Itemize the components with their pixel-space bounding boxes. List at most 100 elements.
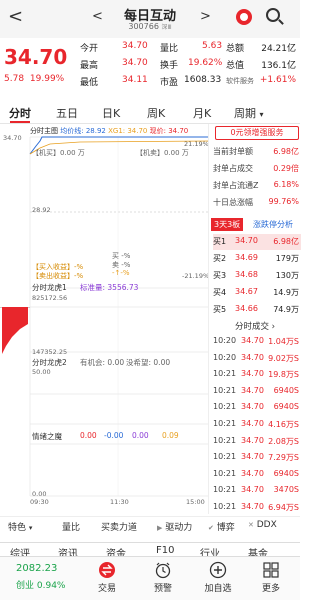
section-tabs: 综评 资讯 资金 F10 行业 基金	[0, 542, 300, 560]
plus-circle-icon	[209, 561, 227, 579]
trade-price: 34.70	[241, 485, 264, 495]
watch-icon[interactable]	[236, 9, 252, 25]
close-icon: ✕	[248, 521, 254, 529]
trade-time: 10:21	[213, 402, 237, 412]
mood-b: -0.00	[104, 431, 124, 440]
trade-volume: 6940S	[273, 468, 299, 478]
chevron-right-icon: ›	[271, 322, 276, 332]
axis-50: 50.00	[32, 368, 51, 376]
ob-label: 买2	[213, 254, 227, 263]
indicator-label: 特色	[8, 523, 27, 533]
check-icon: ✔	[208, 524, 214, 532]
index-value[interactable]: 2082.23	[16, 563, 57, 574]
trade-row: 10:20 34.70 9.02万S	[211, 351, 301, 366]
trade-row: 10:21 34.70 6940S	[211, 400, 301, 415]
chart-canvas	[0, 136, 208, 497]
stat-label: 十日总涨幅	[213, 198, 253, 207]
lh2-label[interactable]: 分时龙虎2	[32, 357, 67, 368]
indicator-buy-sell-force[interactable]: 买卖力道	[101, 520, 137, 533]
orderbook-row: 买5 34.66 74.9万	[213, 302, 301, 318]
indicator-driver[interactable]: ▶ 驱动力	[157, 520, 192, 533]
stock-code-line: 300766 深Ⅲ	[0, 22, 300, 31]
tab-period[interactable]: 周期 ▾	[234, 105, 264, 121]
right-panel: 0元领增强服务 当前封单额 6.98亿 封单占成交 0.29倍 封单占流通Z 6…	[208, 124, 301, 514]
quote-value: 34.11	[122, 75, 148, 85]
ob-label: 买5	[213, 305, 227, 314]
ob-price: 34.67	[235, 287, 258, 296]
orderbook-row: 买2 34.69 179万	[213, 251, 301, 267]
next-stock-button[interactable]: >	[200, 9, 211, 24]
trade-time: 10:21	[213, 419, 237, 428]
index-info: 创业 0.94%	[16, 578, 65, 591]
promo-button[interactable]: 0元领增强服务	[215, 126, 299, 140]
trade-price: 34.70	[241, 336, 264, 345]
mid-flag: -↑-%	[112, 269, 130, 277]
index-name: 创业	[16, 581, 35, 591]
mood-label[interactable]: 情绪之魔	[32, 431, 62, 442]
vol-top-value: 825172.56	[32, 294, 68, 302]
tab-three-day-board[interactable]: 3天3板	[211, 218, 244, 231]
quote-label: 换手	[160, 61, 179, 71]
grid-icon	[262, 561, 280, 579]
trade-row: 10:21 34.70 7.29万S	[211, 450, 301, 465]
time-mid: 11:30	[110, 498, 129, 506]
trade-volume: 9.02万S	[268, 353, 299, 363]
orderbook-row: 买4 34.67 14.9万	[213, 285, 301, 301]
main-chart-label[interactable]: 分时主图	[30, 127, 58, 135]
lock-icon: ▶	[157, 524, 163, 532]
indicator-game[interactable]: ✔ 博弈	[208, 520, 235, 533]
indicator-tabs: 特色 ▾ 量比 买卖力道 ▶ 驱动力 ✔ 博弈 ✕ DDX	[0, 516, 300, 534]
tab-weekly-k[interactable]: 周K	[147, 105, 165, 121]
trade-label: 交易	[97, 584, 116, 594]
indicator-label: DDX	[256, 520, 277, 530]
change-amount: 5.78	[4, 74, 25, 84]
ob-volume: 6.98亿	[273, 237, 299, 246]
tab-limit-analysis[interactable]: 涨跌停分析	[253, 219, 293, 230]
trade-row: 10:21 34.70 3470S	[211, 483, 301, 498]
tab-daily-k[interactable]: 日K	[102, 105, 120, 121]
volume-area	[2, 307, 28, 354]
indicator-volume-ratio[interactable]: 量比	[62, 520, 80, 533]
alert-button[interactable]: 预警	[138, 561, 188, 594]
quote-value: 24.21亿	[261, 44, 296, 54]
ob-price: 34.69	[235, 253, 258, 262]
ob-label: 买4	[213, 288, 227, 297]
trade-button[interactable]: 交易	[82, 561, 132, 594]
quote-row: 今开 34.70 量比 5.63 总额 24.21亿	[80, 41, 300, 57]
ob-label: 买1	[213, 237, 227, 246]
tab-five-day[interactable]: 五日	[56, 105, 78, 121]
std-vol-label: 标准量: 3556.73	[80, 283, 139, 292]
trade-volume: 7.29万S	[268, 453, 299, 463]
stat-row: 封单占流通Z 6.18%	[213, 180, 301, 194]
tab-intraday[interactable]: 分时	[9, 105, 31, 121]
sector-change: +1.61%	[259, 75, 296, 85]
more-button[interactable]: 更多	[246, 561, 296, 594]
tab-f10[interactable]: F10	[156, 545, 174, 556]
trade-row: 10:21 34.70 2.08万S	[211, 434, 301, 449]
current-price: 34.70	[4, 45, 68, 69]
search-icon[interactable]	[266, 8, 280, 22]
time-sales-title[interactable]: 分时成交 ›	[209, 320, 301, 332]
stat-label: 封单占流通Z	[213, 181, 259, 190]
sector-label[interactable]: 软件服务	[226, 76, 254, 86]
now-price-label: 现价: 34.70	[149, 127, 189, 135]
time-end: 15:00	[186, 498, 205, 506]
stat-value: 0.29倍	[273, 164, 299, 173]
axis-0: 0.00	[32, 490, 47, 498]
intraday-chart[interactable]: 分时主图 均价线: 28.92 XG1: 34.70 现价: 34.70 34.…	[0, 124, 209, 506]
add-watchlist-button[interactable]: 加自选	[193, 561, 243, 594]
more-label: 更多	[261, 584, 280, 594]
tab-period-label: 周期	[234, 107, 256, 120]
avg-line-label: 均价线: 28.92	[60, 127, 106, 135]
tab-monthly-k[interactable]: 月K	[193, 105, 211, 121]
quote-label: 量比	[160, 44, 179, 54]
indicator-ddx[interactable]: ✕ DDX	[248, 520, 277, 530]
trade-time: 10:20	[213, 336, 237, 345]
indicator-label: 驱动力	[165, 523, 193, 533]
chevron-down-icon: ▾	[28, 524, 33, 532]
ob-price: 34.70	[235, 236, 258, 245]
indicator-featured[interactable]: 特色 ▾	[8, 520, 32, 533]
lh1-label[interactable]: 分时龙虎1	[32, 282, 67, 293]
trade-row: 10:21 34.70 19.8万S	[211, 367, 301, 382]
active-tab-indicator	[10, 121, 30, 123]
